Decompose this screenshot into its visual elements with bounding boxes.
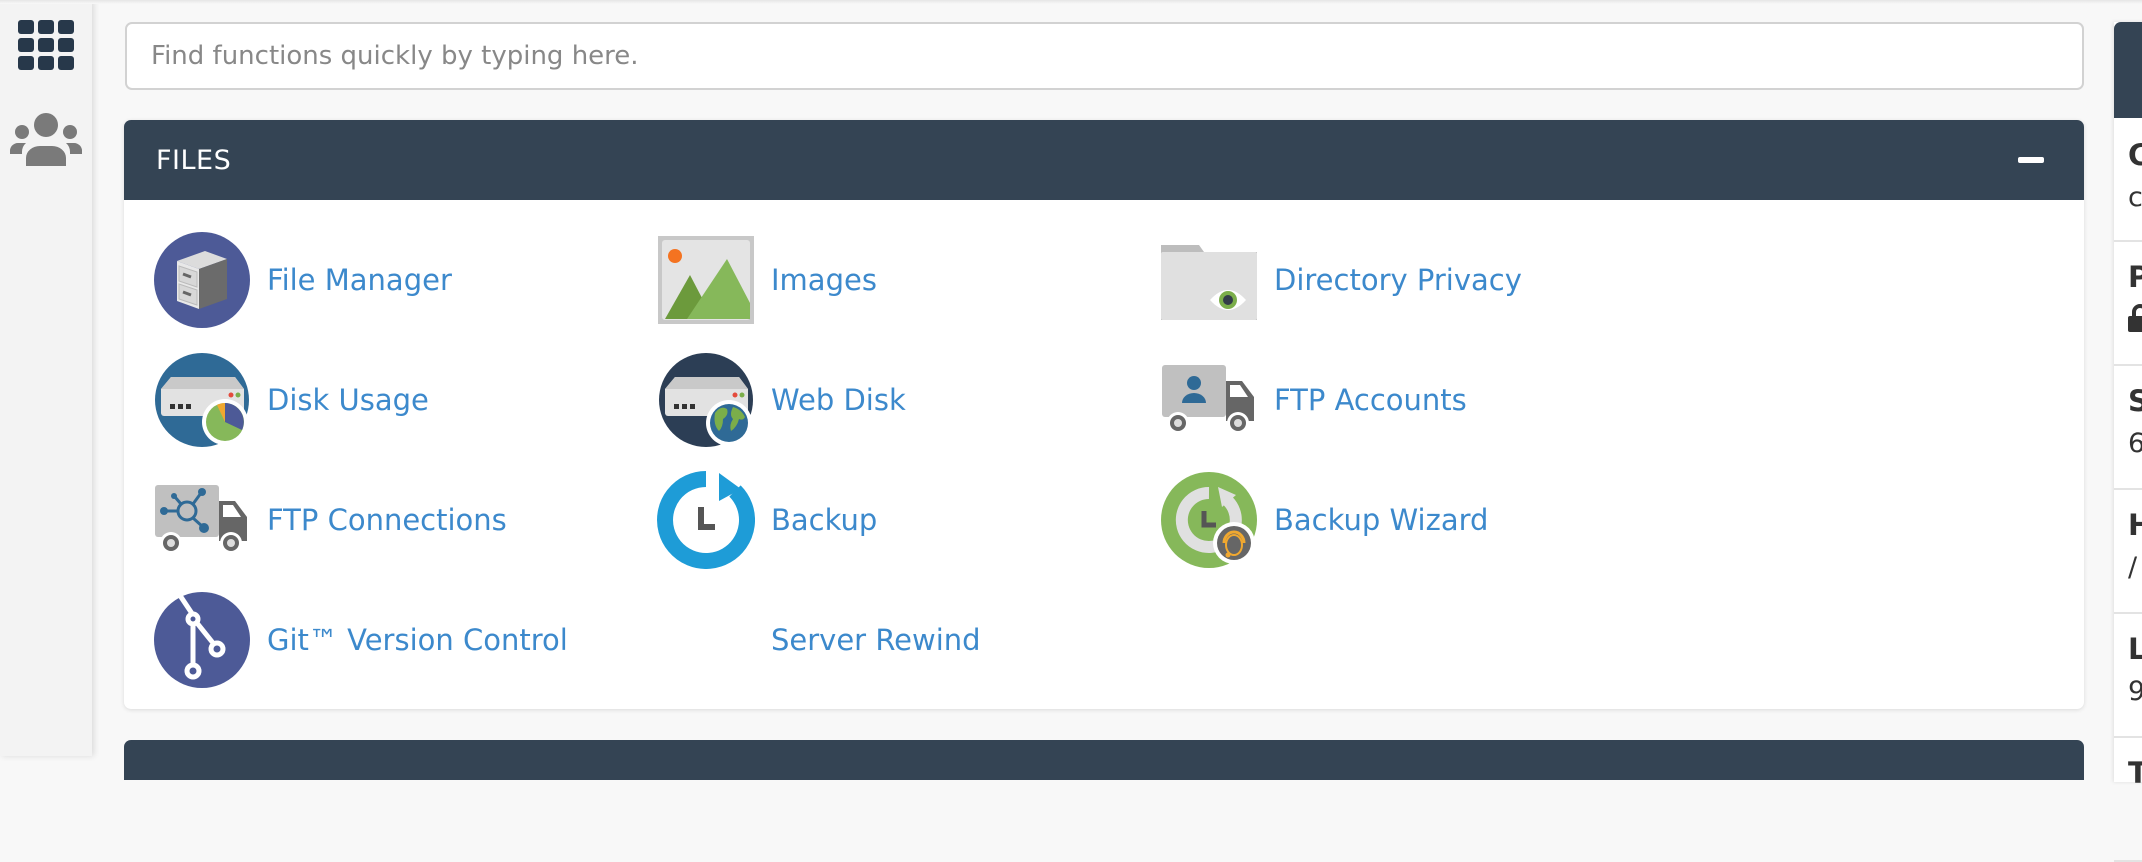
stats-key: S xyxy=(2128,384,2142,418)
next-panel-header[interactable] xyxy=(124,740,2084,780)
search-input[interactable] xyxy=(127,24,2082,88)
stats-row: P xyxy=(2114,242,2142,366)
disk-pie-icon xyxy=(153,351,251,449)
item-label: File Manager xyxy=(267,263,452,297)
ftp-connections-link[interactable]: FTP Connections xyxy=(153,470,507,570)
sidebar xyxy=(0,0,92,756)
item-label: Git™ Version Control xyxy=(267,623,568,657)
git-version-control-link[interactable]: Git™ Version Control xyxy=(153,590,568,690)
grid-icon xyxy=(18,20,74,70)
backup-wizard-link[interactable]: Backup Wizard xyxy=(1160,470,1488,570)
file-cabinet-icon xyxy=(153,231,251,329)
search-box xyxy=(125,22,2084,90)
item-label: Disk Usage xyxy=(267,383,429,417)
disk-usage-link[interactable]: Disk Usage xyxy=(153,350,429,450)
item-label: FTP Connections xyxy=(267,503,507,537)
sidebar-item-users[interactable] xyxy=(0,112,92,166)
truck-network-icon xyxy=(153,471,251,569)
item-label: Web Disk xyxy=(771,383,906,417)
stats-key: H xyxy=(2128,508,2142,542)
stats-panel-header xyxy=(2114,22,2142,118)
stats-row: L 9 xyxy=(2114,614,2142,738)
item-label: Images xyxy=(771,263,877,297)
item-label: Backup xyxy=(771,503,878,537)
item-label: Backup Wizard xyxy=(1274,503,1489,537)
file-manager-link[interactable]: File Manager xyxy=(153,230,452,330)
stats-key: C xyxy=(2128,138,2142,172)
server-rewind-icon xyxy=(657,591,755,689)
stats-panel: C c P S 6 H / L 9 T xyxy=(2114,22,2142,862)
sidebar-item-tools[interactable] xyxy=(0,20,92,70)
minus-icon[interactable] xyxy=(2018,157,2044,163)
backup-link[interactable]: Backup xyxy=(657,470,877,570)
files-panel: FILES File Manager Images Directory Priv… xyxy=(124,120,2084,709)
stats-key: T xyxy=(2128,756,2142,790)
backup-wizard-icon xyxy=(1160,471,1258,569)
disk-globe-icon xyxy=(657,351,755,449)
panel-title: FILES xyxy=(156,144,232,176)
stats-key: L xyxy=(2128,632,2142,666)
stats-value: 9 xyxy=(2128,676,2142,707)
images-link[interactable]: Images xyxy=(657,230,877,330)
lock-icon xyxy=(2128,304,2142,339)
folder-eye-icon xyxy=(1160,231,1258,329)
image-icon xyxy=(657,231,755,329)
stats-value: c xyxy=(2128,182,2142,213)
users-icon xyxy=(10,113,82,166)
top-shadow xyxy=(0,0,2142,4)
stats-row: T xyxy=(2114,738,2142,862)
stats-row: H / xyxy=(2114,490,2142,614)
backup-clock-icon xyxy=(657,471,755,569)
item-label: Directory Privacy xyxy=(1274,263,1522,297)
item-label: Server Rewind xyxy=(771,623,981,657)
item-label: FTP Accounts xyxy=(1274,383,1467,417)
files-panel-header[interactable]: FILES xyxy=(124,120,2084,200)
stats-value: / xyxy=(2128,552,2138,583)
ftp-accounts-link[interactable]: FTP Accounts xyxy=(1160,350,1467,450)
server-rewind-link[interactable]: Server Rewind xyxy=(657,590,981,690)
stats-row: S 6 xyxy=(2114,366,2142,490)
stats-value: 6 xyxy=(2128,428,2142,459)
truck-user-icon xyxy=(1160,351,1258,449)
directory-privacy-link[interactable]: Directory Privacy xyxy=(1160,230,1522,330)
git-branch-icon xyxy=(153,591,251,689)
stats-row: C c xyxy=(2114,118,2142,242)
stats-key: P xyxy=(2128,260,2142,294)
web-disk-link[interactable]: Web Disk xyxy=(657,350,906,450)
